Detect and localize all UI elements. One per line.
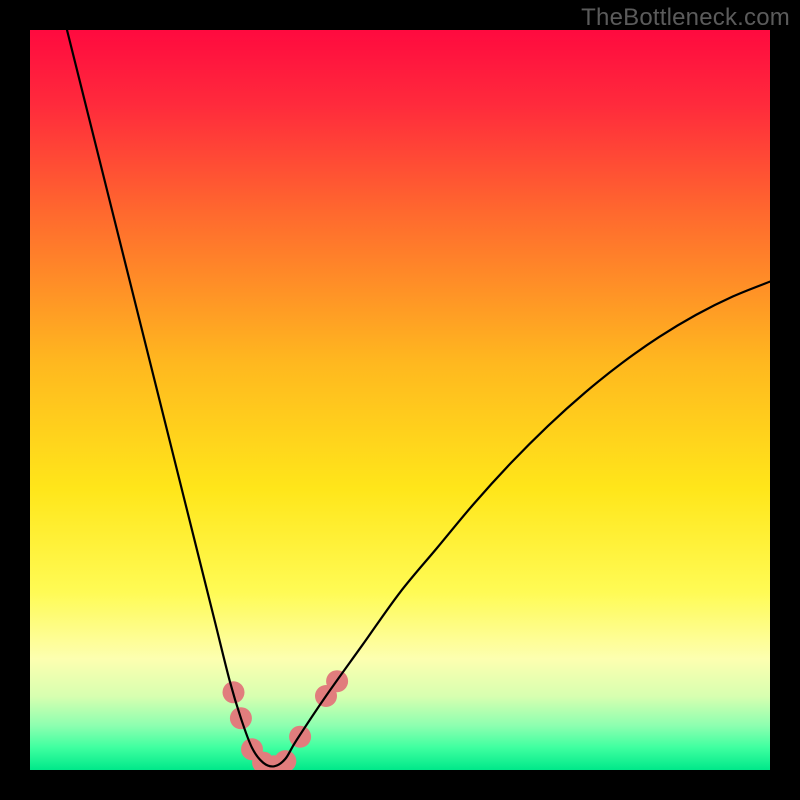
watermark-text: TheBottleneck.com [581,4,790,32]
chart-svg [30,30,770,770]
outer-frame: TheBottleneck.com [0,0,800,800]
plot-area [30,30,770,770]
bottleneck-curve [67,30,770,766]
